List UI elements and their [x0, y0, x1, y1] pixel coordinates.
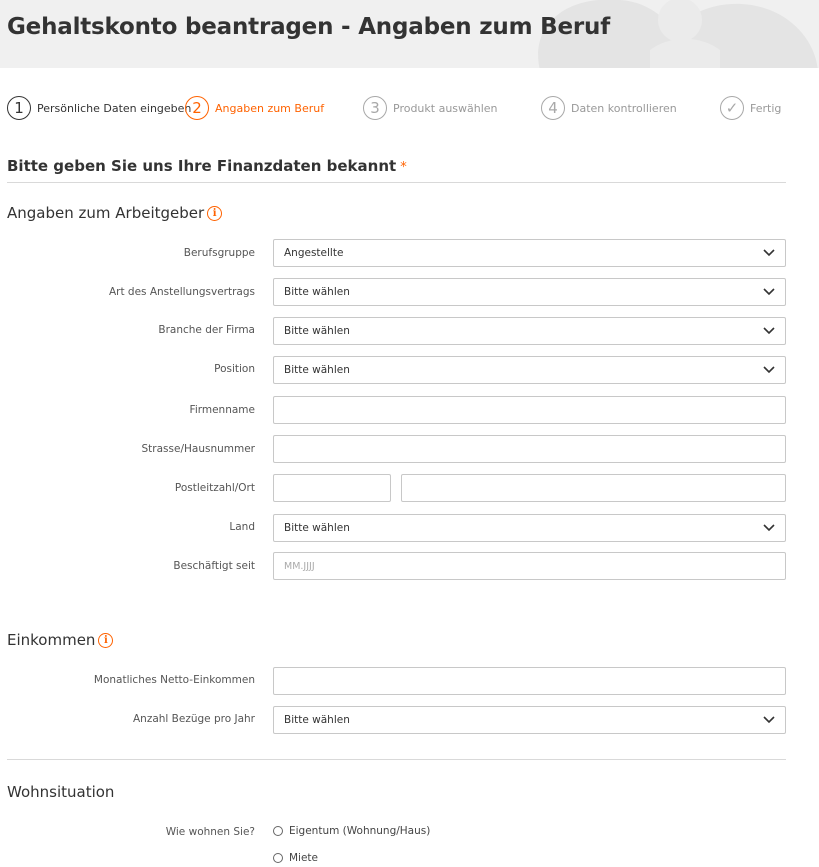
info-icon[interactable]: i — [98, 632, 114, 648]
berufsgruppe-select[interactable]: Angestellte — [273, 239, 786, 267]
plz-ort-label: Postleitzahl/Ort — [174, 482, 255, 494]
required-marker: * — [400, 160, 407, 175]
step-product: 3 Produkt auswählen — [363, 94, 498, 122]
radio-circle-icon — [273, 826, 283, 836]
step-label: Persönliche Daten eingeben — [37, 101, 192, 115]
radio-label: Eigentum (Wohnung/Haus) — [289, 825, 431, 837]
page-header: Gehaltskonto beantragen - Angaben zum Be… — [0, 0, 819, 68]
chevron-down-icon — [763, 249, 775, 257]
step-job-info: 2 Angaben zum Beruf — [185, 94, 324, 122]
bezuege-label: Anzahl Bezüge pro Jahr — [132, 713, 255, 725]
step-label: Fertig — [750, 101, 782, 115]
employer-heading-text: Angaben zum Arbeitgeber — [7, 204, 205, 222]
page-title: Gehaltskonto beantragen - Angaben zum Be… — [7, 14, 611, 40]
living-question-label: Wie wohnen Sie? — [165, 826, 255, 838]
input-placeholder: MM.JJJJ — [284, 561, 315, 572]
step-done: ✓ Fertig — [720, 94, 781, 122]
vertrag-label: Art des Anstellungsvertrags — [108, 286, 255, 298]
step-personal-data[interactable]: 1 Persönliche Daten eingeben — [7, 94, 191, 122]
finance-title-text: Bitte geben Sie uns Ihre Finanzdaten bek… — [7, 157, 397, 175]
netto-income-input[interactable] — [273, 667, 786, 695]
branche-select[interactable]: Bitte wählen — [273, 317, 786, 345]
chevron-down-icon — [763, 524, 775, 532]
radio-label: Miete — [289, 852, 319, 864]
info-icon[interactable]: i — [207, 205, 223, 221]
step-review: 4 Daten kontrollieren — [541, 94, 677, 122]
finance-section-title: Bitte geben Sie uns Ihre Finanzdaten bek… — [7, 157, 407, 175]
land-select[interactable]: Bitte wählen — [273, 514, 786, 542]
netto-label: Monatliches Netto-Einkommen — [93, 674, 255, 686]
living-heading: Wohnsituation — [7, 783, 114, 801]
select-value: Angestellte — [284, 247, 344, 259]
step-number: 2 — [185, 96, 209, 120]
step-label: Angaben zum Beruf — [215, 101, 325, 115]
living-heading-text: Wohnsituation — [7, 783, 115, 801]
radio-circle-icon — [273, 853, 283, 863]
bezuege-select[interactable]: Bitte wählen — [273, 706, 786, 734]
ort-input[interactable] — [401, 474, 786, 502]
select-value: Bitte wählen — [284, 325, 350, 337]
select-value: Bitte wählen — [284, 364, 350, 376]
chevron-down-icon — [763, 716, 775, 724]
step-label: Produkt auswählen — [393, 101, 498, 115]
firmenname-label: Firmenname — [189, 404, 255, 416]
land-label: Land — [229, 521, 255, 533]
berufsgruppe-label: Berufsgruppe — [183, 247, 255, 259]
income-heading-text: Einkommen — [7, 631, 96, 649]
strasse-label: Strasse/Hausnummer — [141, 443, 255, 455]
radio-miete[interactable]: Miete — [273, 852, 318, 864]
select-value: Bitte wählen — [284, 286, 350, 298]
select-value: Bitte wählen — [284, 714, 350, 726]
position-label: Position — [214, 363, 255, 375]
vertrag-select[interactable]: Bitte wählen — [273, 278, 786, 306]
branche-label: Branche der Firma — [158, 324, 255, 336]
plz-input[interactable] — [273, 474, 391, 502]
radio-eigentum[interactable]: Eigentum (Wohnung/Haus) — [273, 825, 430, 837]
chevron-down-icon — [763, 366, 775, 374]
beschaeftigt-seit-label: Beschäftigt seit — [173, 560, 255, 572]
select-value: Bitte wählen — [284, 522, 350, 534]
progress-stepper: 1 Persönliche Daten eingeben 2 Angaben z… — [0, 94, 819, 122]
divider — [7, 182, 786, 183]
step-number: 4 — [541, 96, 565, 120]
beschaeftigt-seit-input[interactable]: MM.JJJJ — [273, 552, 786, 580]
position-select[interactable]: Bitte wählen — [273, 356, 786, 384]
step-number: 1 — [7, 96, 31, 120]
income-heading: Einkommen i — [7, 631, 114, 649]
firmenname-input[interactable] — [273, 396, 786, 424]
chevron-down-icon — [763, 288, 775, 296]
step-label: Daten kontrollieren — [571, 101, 677, 115]
employer-heading: Angaben zum Arbeitgeber i — [7, 204, 223, 222]
check-icon: ✓ — [720, 96, 744, 120]
strasse-input[interactable] — [273, 435, 786, 463]
chevron-down-icon — [763, 327, 775, 335]
divider — [7, 759, 786, 760]
step-number: 3 — [363, 96, 387, 120]
